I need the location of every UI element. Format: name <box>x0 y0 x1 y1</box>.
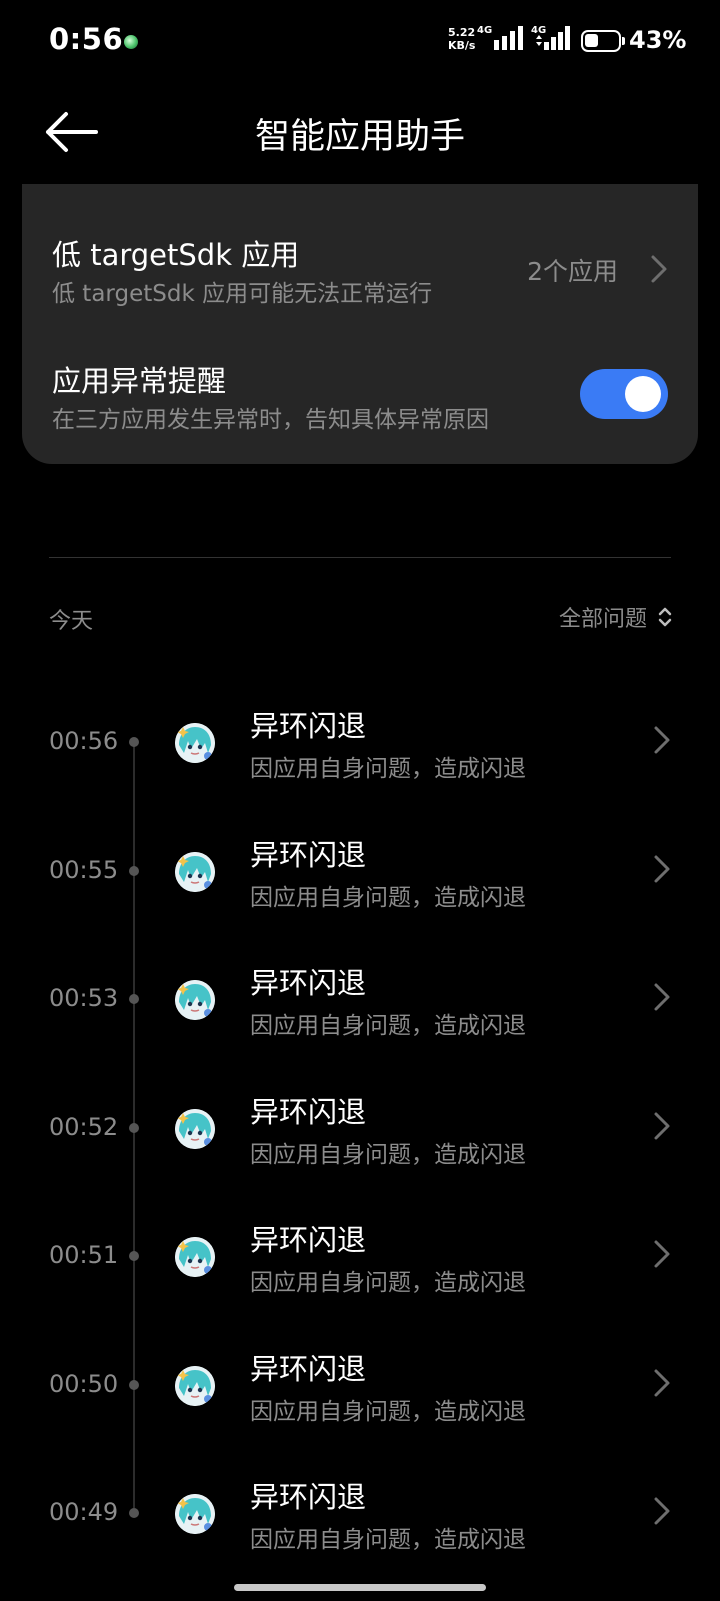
crash-time: 00:52 <box>49 1112 119 1141</box>
app-icon <box>175 1108 215 1149</box>
crash-reason: 因应用自身问题，造成闪退 <box>250 1527 526 1553</box>
status-bar: 0:56 5.22 KB/s 4G 4G 43% <box>0 0 720 84</box>
chevron-right-icon <box>651 982 673 1016</box>
chevron-right-icon <box>651 255 667 283</box>
crash-time: 00:49 <box>49 1498 119 1526</box>
notification-app-icon <box>124 35 138 49</box>
battery-icon <box>581 30 625 52</box>
signal-strength-icon <box>494 26 523 50</box>
crash-time: 00:50 <box>49 1369 119 1398</box>
crash-reason: 因应用自身问题，造成闪退 <box>250 1270 526 1296</box>
crash-reason: 因应用自身问题，造成闪退 <box>250 1013 526 1039</box>
crash-app-title: 异环闪退 <box>250 1351 367 1386</box>
crash-time: 00:51 <box>49 1241 119 1269</box>
crash-app-title: 异环闪退 <box>250 709 367 743</box>
signal-strength-icon-2 <box>536 26 570 50</box>
app-icon <box>175 1494 215 1534</box>
crash-log-item[interactable]: 00:56 异环闪退因应用自身问题，造成闪退 <box>0 689 720 817</box>
issue-filter-dropdown[interactable]: 全部问题 <box>559 600 673 634</box>
crash-app-title: 异环闪退 <box>250 1094 367 1129</box>
screen: 0:56 5.22 KB/s 4G 4G 43% 智能应用助手 低 target… <box>0 0 720 1601</box>
app-icon <box>175 851 215 892</box>
chevron-right-icon <box>651 1111 673 1145</box>
crash-alert-title: 应用异常提醒 <box>52 364 227 398</box>
low-target-sdk-subtitle: 低 targetSdk 应用可能无法正常运行 <box>52 281 433 307</box>
home-indicator[interactable] <box>234 1584 486 1591</box>
crash-log-item[interactable]: 00:53 异环闪退因应用自身问题，造成闪退 <box>0 946 720 1074</box>
low-target-sdk-count: 2个应用 <box>527 257 618 286</box>
crash-reason: 因应用自身问题，造成闪退 <box>250 884 526 911</box>
crash-time: 00:56 <box>49 727 119 755</box>
battery-percent: 43% <box>629 26 687 54</box>
crash-log-item[interactable]: 00:55 异环闪退因应用自身问题，造成闪退 <box>0 818 720 946</box>
network-speed: 5.22 KB/s <box>448 26 475 52</box>
settings-card: 低 targetSdk 应用 低 targetSdk 应用可能无法正常运行 2个… <box>22 184 698 464</box>
section-date-label: 今天 <box>49 609 94 634</box>
battery-level <box>585 34 599 47</box>
app-icon <box>175 723 215 763</box>
toggle-knob <box>625 376 661 412</box>
chevron-right-icon <box>651 1496 673 1530</box>
low-target-sdk-title: 低 targetSdk 应用 <box>52 238 300 272</box>
network-speed-unit: KB/s <box>448 39 476 52</box>
crash-reason: 因应用自身问题，造成闪退 <box>250 756 526 782</box>
crash-alert-subtitle: 在三方应用发生异常时，告知具体异常原因 <box>52 407 489 433</box>
crash-reason: 因应用自身问题，造成闪退 <box>250 1398 526 1425</box>
sim1-network-type: 4G <box>477 25 493 36</box>
app-icon <box>175 1237 215 1277</box>
chevron-right-icon <box>651 725 673 759</box>
divider <box>49 557 671 558</box>
crash-log-item[interactable]: 00:50 异环闪退因应用自身问题，造成闪退 <box>0 1332 720 1460</box>
crash-reason: 因应用自身问题，造成闪退 <box>250 1141 526 1168</box>
issue-filter-label: 全部问题 <box>558 607 647 632</box>
network-speed-value: 5.22 <box>448 26 476 39</box>
crash-alert-toggle[interactable] <box>580 369 668 419</box>
crash-app-title: 异环闪退 <box>250 966 367 1000</box>
crash-log-item[interactable]: 00:52 异环闪退因应用自身问题，造成闪退 <box>0 1075 720 1203</box>
app-icon <box>175 1365 215 1406</box>
chevron-right-icon <box>651 854 673 888</box>
crash-alert-row: 应用异常提醒 在三方应用发生异常时，告知具体异常原因 <box>22 350 698 440</box>
crash-time: 00:55 <box>49 855 119 884</box>
timeline-dot <box>129 1122 139 1133</box>
timeline-dot <box>129 994 139 1004</box>
crash-time: 00:53 <box>49 984 119 1012</box>
crash-log-item[interactable]: 00:49 异环闪退因应用自身问题，造成闪退 <box>0 1460 720 1588</box>
app-icon <box>175 980 215 1020</box>
status-time: 0:56 <box>49 22 124 56</box>
chevron-right-icon <box>651 1239 673 1273</box>
timeline-dot <box>129 737 139 747</box>
page-title: 智能应用助手 <box>254 117 465 157</box>
timeline-dot <box>129 1251 139 1261</box>
crash-app-title: 异环闪退 <box>250 837 367 872</box>
chevron-right-icon <box>651 1368 673 1402</box>
timeline-dot <box>129 865 139 876</box>
crash-app-title: 异环闪退 <box>250 1480 367 1514</box>
low-target-sdk-row[interactable]: 低 targetSdk 应用 低 targetSdk 应用可能无法正常运行 2个… <box>22 224 698 314</box>
crash-log-item[interactable]: 00:51 异环闪退因应用自身问题，造成闪退 <box>0 1203 720 1331</box>
timeline-dot <box>129 1379 139 1390</box>
sort-updown-icon <box>658 607 672 627</box>
crash-app-title: 异环闪退 <box>250 1223 367 1257</box>
timeline-dot <box>129 1508 139 1518</box>
